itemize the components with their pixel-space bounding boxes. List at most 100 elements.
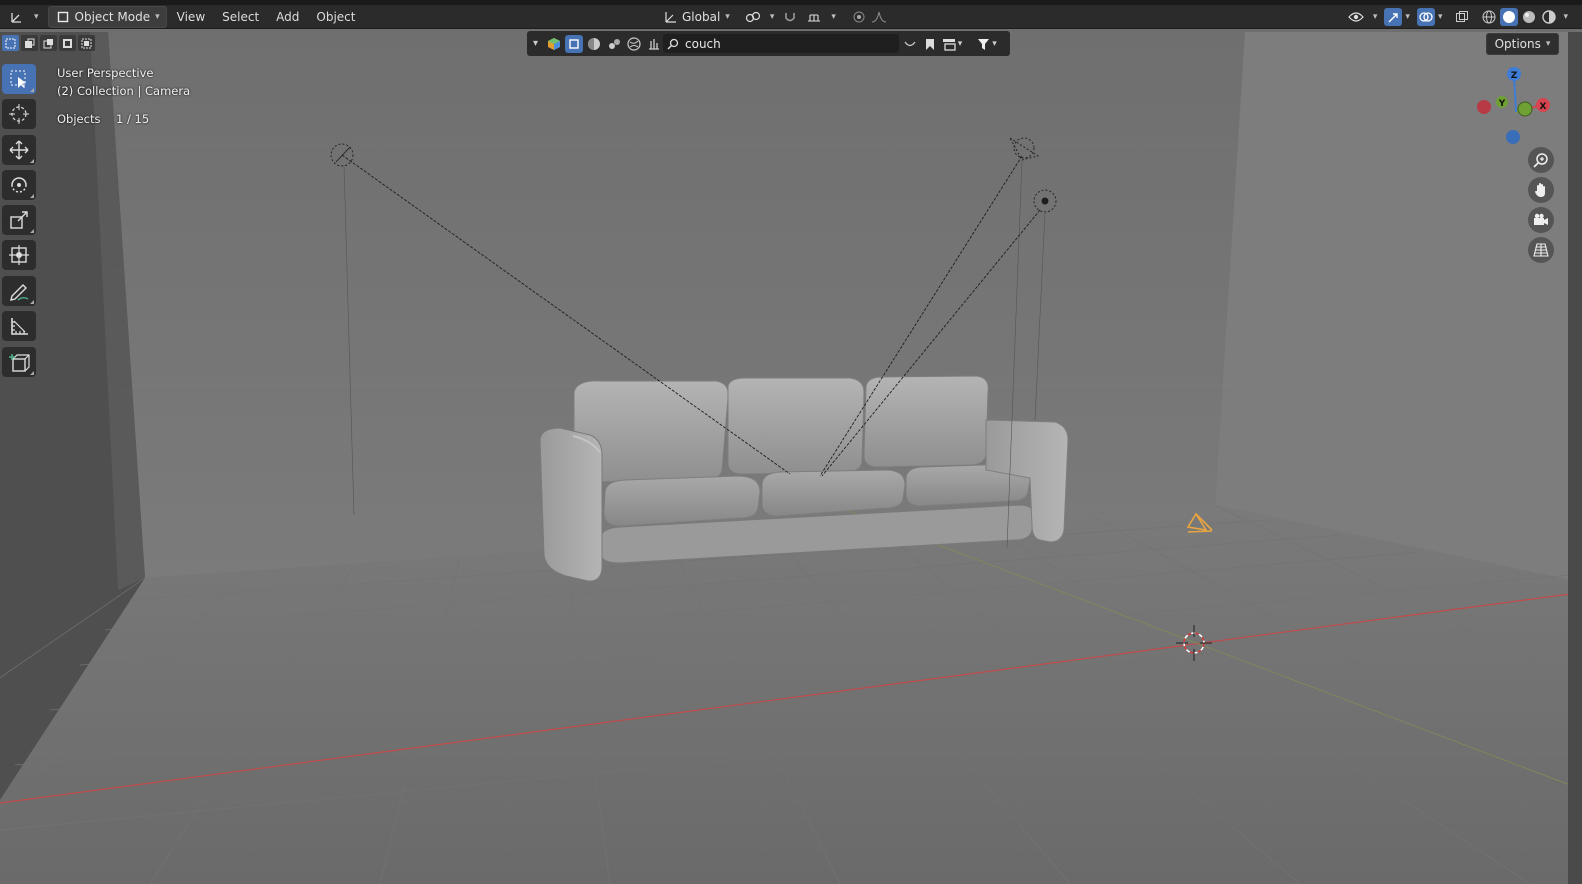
- collection-dropdown[interactable]: ▾: [939, 35, 965, 53]
- collection-icon: [942, 38, 956, 51]
- transform-icon: [9, 245, 29, 265]
- snap-target-dropdown[interactable]: ▾: [800, 7, 842, 27]
- gizmo-y-label: Y: [1498, 99, 1506, 109]
- select-new-icon: [5, 38, 16, 48]
- overlays-toggle[interactable]: [1416, 8, 1435, 26]
- menu-object[interactable]: Object: [309, 7, 362, 27]
- chevron-down-icon[interactable]: ▾: [1563, 12, 1568, 22]
- options-dropdown[interactable]: Options ▾: [1486, 33, 1559, 55]
- object-mode-icon: [55, 9, 71, 25]
- tool-transform[interactable]: [2, 240, 36, 270]
- chevron-down-icon: ▾: [769, 12, 775, 22]
- pan-button[interactable]: [1528, 177, 1554, 203]
- tool-scale[interactable]: [2, 205, 36, 235]
- select-box-icon: [10, 70, 26, 88]
- tool-select-box[interactable]: [2, 64, 36, 94]
- visibility-dropdown[interactable]: ▾: [1342, 7, 1384, 27]
- viewport-filter-bar: ▾ couch ▾ ▾: [527, 31, 1010, 56]
- shading-material[interactable]: [1520, 8, 1538, 26]
- chevron-down-icon[interactable]: ▾: [533, 38, 538, 49]
- falloff-curve-icon: [871, 11, 886, 23]
- proportional-edit-toggle[interactable]: [850, 8, 868, 26]
- select-intersect-button[interactable]: [78, 35, 95, 51]
- move-icon: [9, 140, 29, 160]
- select-extend-icon: [25, 38, 35, 48]
- sphere-icon: [588, 37, 601, 50]
- orientation-icon: [662, 9, 678, 25]
- gizmo-z-label: Z: [1511, 71, 1518, 81]
- gizmo-y-front[interactable]: [1517, 101, 1533, 117]
- chevron-down-icon: [904, 41, 916, 47]
- select-object-filter[interactable]: [565, 34, 584, 53]
- mode-selector[interactable]: Object Mode ▾: [47, 5, 167, 28]
- select-intersect-icon: [81, 38, 92, 48]
- wireframe-sphere-icon: [1482, 10, 1496, 24]
- annotate-icon: [10, 284, 29, 301]
- gizmo-neg-z[interactable]: [1506, 130, 1520, 144]
- render-filter[interactable]: [645, 35, 663, 53]
- magnet-icon: [785, 13, 796, 22]
- particles-filter[interactable]: [605, 35, 623, 53]
- chevron-down-icon: ▾: [831, 12, 836, 22]
- select-subtract-button[interactable]: [40, 35, 57, 51]
- search-input[interactable]: couch: [663, 34, 899, 53]
- viewport-header: ▾ Object Mode ▾ View Select Add Object G…: [0, 5, 1582, 29]
- bookmark-button[interactable]: [921, 35, 939, 53]
- editor-type-button[interactable]: ▾: [3, 7, 45, 27]
- rotate-icon: [11, 177, 27, 193]
- menu-select[interactable]: Select: [215, 7, 266, 27]
- scene-filter-button[interactable]: [545, 35, 563, 53]
- mesh-cube-icon: [548, 37, 561, 50]
- drops-icon: [609, 38, 621, 49]
- world-filter[interactable]: [625, 35, 643, 53]
- tool-add-cube[interactable]: [2, 347, 36, 377]
- snap-toggle[interactable]: [781, 8, 799, 26]
- chevron-down-icon: ▾: [34, 11, 39, 22]
- tool-cursor[interactable]: [2, 99, 36, 129]
- shading-solid[interactable]: [1500, 8, 1519, 26]
- select-new-button[interactable]: [2, 35, 19, 51]
- pivot-point-dropdown[interactable]: ▾: [739, 7, 781, 27]
- collection-info: (2) Collection | Camera: [57, 84, 191, 98]
- gizmo-neg-x[interactable]: [1477, 100, 1491, 114]
- material-sphere-icon: [1523, 11, 1536, 23]
- zoom-button[interactable]: [1528, 147, 1554, 173]
- filter-dropdown[interactable]: [901, 35, 919, 53]
- pan-hand-icon: [1535, 183, 1545, 197]
- chevron-down-icon: ▾: [725, 12, 730, 22]
- tool-move[interactable]: [2, 135, 36, 165]
- gizmo-icon: [1388, 13, 1399, 23]
- select-invert-button[interactable]: [59, 35, 76, 51]
- gizmo-toggle[interactable]: [1384, 8, 1403, 26]
- select-subtract-icon: [43, 38, 53, 48]
- ortho-toggle-button[interactable]: [1528, 237, 1554, 263]
- camera-view-button[interactable]: [1528, 207, 1554, 233]
- 3d-viewport[interactable]: [0, 0, 1582, 884]
- world-icon: [627, 36, 641, 51]
- pivot-icon: [745, 9, 761, 25]
- xray-toggle[interactable]: [1453, 8, 1471, 26]
- select-extend-button[interactable]: [21, 35, 38, 51]
- shading-rendered[interactable]: [1540, 8, 1558, 26]
- tool-annotate[interactable]: [2, 276, 36, 306]
- search-icon: [667, 38, 679, 49]
- overlays-icon: [1419, 12, 1433, 22]
- navigation-gizmo[interactable]: Y Z X: [1472, 64, 1562, 154]
- tool-rotate[interactable]: [2, 170, 36, 200]
- tool-measure[interactable]: [2, 311, 36, 341]
- rendered-sphere-icon: [1542, 10, 1557, 24]
- select-invert-icon: [63, 38, 72, 48]
- shading-wireframe[interactable]: [1480, 8, 1498, 26]
- armature-icon: [649, 38, 660, 50]
- chevron-down-icon[interactable]: ▾: [1405, 12, 1410, 22]
- object-square-icon: [569, 38, 579, 49]
- falloff-dropdown[interactable]: [870, 8, 888, 26]
- objects-label: Objects: [57, 112, 101, 126]
- gizmo-x-label: X: [1540, 102, 1547, 112]
- filter-funnel-dropdown[interactable]: ▾: [973, 35, 1001, 53]
- shading-filter-solid[interactable]: [585, 35, 603, 53]
- transform-orientation-dropdown[interactable]: Global ▾: [656, 7, 736, 27]
- menu-add[interactable]: Add: [269, 7, 306, 27]
- chevron-down-icon[interactable]: ▾: [1438, 12, 1443, 22]
- menu-view[interactable]: View: [170, 7, 212, 27]
